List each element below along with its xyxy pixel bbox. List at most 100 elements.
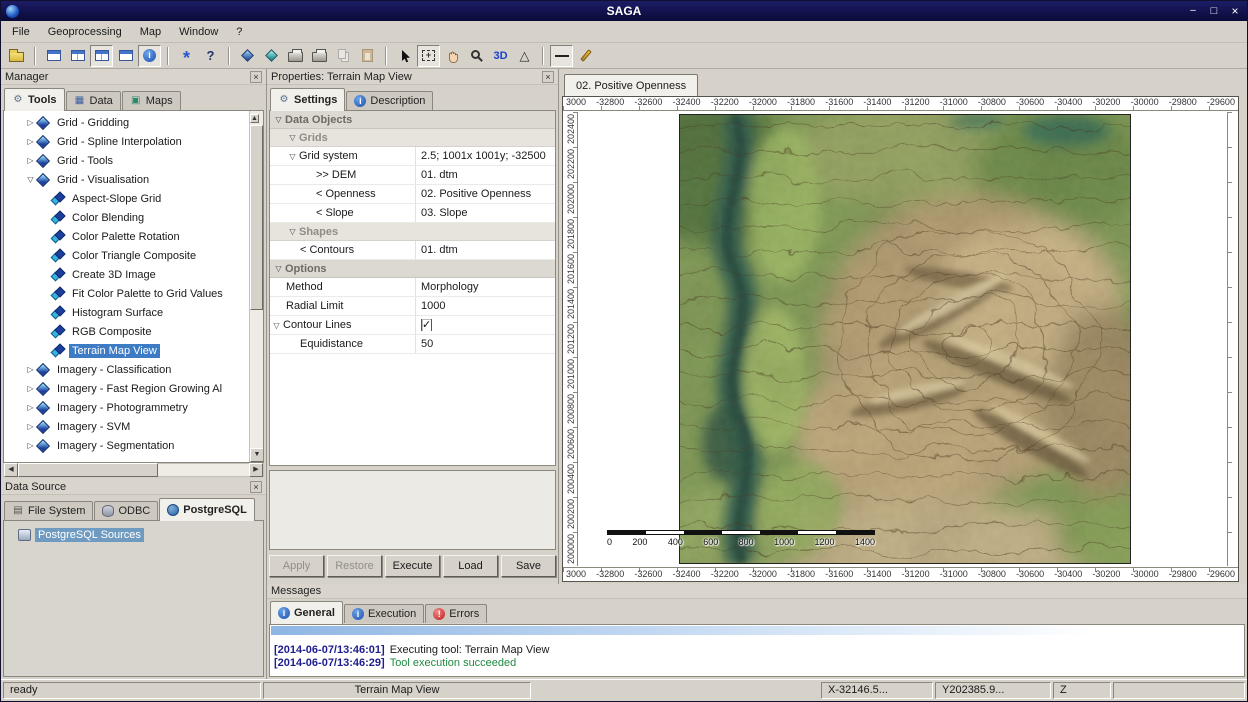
help-button[interactable] <box>199 45 222 67</box>
measure-line-button[interactable] <box>550 45 573 67</box>
tab-description[interactable]: Description <box>346 91 433 110</box>
tree-item-library[interactable]: Grid - Tools <box>4 151 249 170</box>
log-area[interactable]: [2014-06-07/13:46:01]Executing tool: Ter… <box>269 624 1245 677</box>
tree-item-tool[interactable]: Fit Color Palette to Grid Values <box>4 284 249 303</box>
pan-button[interactable] <box>441 45 464 67</box>
section-options[interactable]: Options <box>270 260 555 278</box>
tree-item-tool[interactable]: Aspect-Slope Grid <box>4 189 249 208</box>
scroll-left-icon[interactable] <box>4 463 18 477</box>
new-tool-button[interactable] <box>175 45 198 67</box>
map-canvas[interactable]: 0200400600800100012001400 <box>579 112 1226 566</box>
tab-errors[interactable]: Errors <box>425 604 487 623</box>
tree-item-library[interactable]: Grid - Spline Interpolation <box>4 132 249 151</box>
tree-item-library[interactable]: Imagery - Fast Region Growing Al <box>4 379 249 398</box>
show-maps-manager-button[interactable] <box>90 45 113 67</box>
view-3d-button[interactable]: 3D <box>489 45 512 67</box>
properties-close-icon[interactable] <box>542 71 554 83</box>
param-value[interactable]: 01. dtm <box>416 244 555 256</box>
show-properties-button[interactable] <box>114 45 137 67</box>
tool-diamond-run-button[interactable] <box>260 45 283 67</box>
tree-vertical-scrollbar[interactable] <box>249 111 263 462</box>
tree-item-library[interactable]: Imagery - Photogrammetry <box>4 398 249 417</box>
tool-icon <box>52 269 64 281</box>
execute-button[interactable]: Execute <box>385 555 440 577</box>
close-button[interactable] <box>1228 4 1242 18</box>
tree-horizontal-scrollbar[interactable] <box>3 463 264 477</box>
copy-button[interactable] <box>332 45 355 67</box>
tab-odbc[interactable]: ODBC <box>94 501 158 520</box>
tab-data[interactable]: Data <box>66 91 121 110</box>
param-value[interactable]: 02. Positive Openness <box>416 188 555 200</box>
param-row-equidistance: Equidistance50 <box>270 335 555 354</box>
load-button[interactable]: Load <box>443 555 498 577</box>
param-value[interactable]: 01. dtm <box>416 169 555 181</box>
tab-settings[interactable]: Settings <box>270 88 345 111</box>
print-button[interactable] <box>284 45 307 67</box>
polygon-select-button[interactable] <box>513 45 536 67</box>
tab-postgresql[interactable]: PostgreSQL <box>159 498 255 521</box>
data-source-close-icon[interactable] <box>250 481 262 493</box>
subsection-grids[interactable]: Grids <box>270 129 555 147</box>
param-value[interactable]: 2.5; 1001x 1001y; -32500 <box>416 150 555 162</box>
param-value[interactable]: 1000 <box>416 300 555 312</box>
zoom-extent-button[interactable] <box>465 45 488 67</box>
menu-window[interactable]: Window <box>170 23 227 41</box>
map-tab-positive-openness[interactable]: 02. Positive Openness <box>564 74 698 96</box>
show-data-manager-button[interactable] <box>66 45 89 67</box>
maximize-button[interactable] <box>1207 4 1221 18</box>
tree-item-tool[interactable]: Color Triangle Composite <box>4 246 249 265</box>
menu-file[interactable]: File <box>3 23 39 41</box>
open-folder-icon <box>9 52 24 62</box>
terrain-raster[interactable] <box>680 115 1130 563</box>
print-preview-button[interactable] <box>308 45 331 67</box>
tab-tools[interactable]: Tools <box>4 88 65 111</box>
scroll-right-icon[interactable] <box>249 463 263 477</box>
terrain-raster-frame <box>679 114 1131 564</box>
minimize-button[interactable] <box>1186 4 1200 18</box>
scroll-thumb[interactable] <box>250 125 263 310</box>
tab-execution[interactable]: Execution <box>344 604 424 623</box>
ruler-label: 200200 <box>566 499 576 529</box>
param-value[interactable]: 03. Slope <box>416 207 555 219</box>
menu-geoprocessing[interactable]: Geoprocessing <box>39 23 131 41</box>
zoom-box-button[interactable] <box>417 45 440 67</box>
param-value[interactable]: Morphology <box>416 281 555 293</box>
param-value[interactable]: 50 <box>416 338 555 350</box>
tree-item-tool[interactable]: Color Blending <box>4 208 249 227</box>
tree-item-tool[interactable]: RGB Composite <box>4 322 249 341</box>
tree-item-tool[interactable]: Color Palette Rotation <box>4 227 249 246</box>
tree-item-tool-selected[interactable]: Terrain Map View <box>4 341 249 360</box>
manager-close-icon[interactable] <box>250 71 262 83</box>
contour-lines-checkbox[interactable] <box>421 319 432 331</box>
tree-item-library[interactable]: Grid - Gridding <box>4 113 249 132</box>
scroll-thumb[interactable] <box>18 463 158 477</box>
restore-button[interactable]: Restore <box>327 555 382 577</box>
tab-general[interactable]: General <box>270 601 343 624</box>
pointer-button[interactable] <box>393 45 416 67</box>
tool-icon <box>52 193 64 205</box>
paste-button[interactable] <box>356 45 379 67</box>
tree-item-library[interactable]: Imagery - SVM <box>4 417 249 436</box>
object-info-button[interactable] <box>138 45 161 67</box>
tool-diamond-button[interactable] <box>236 45 259 67</box>
tree-item-library[interactable]: Imagery - Segmentation <box>4 436 249 455</box>
scroll-up-icon[interactable] <box>250 114 259 123</box>
properties-buttons: Apply Restore Execute Load Save <box>269 555 556 577</box>
show-tools-manager-button[interactable] <box>42 45 65 67</box>
tab-file-system[interactable]: File System <box>4 501 93 520</box>
apply-button[interactable]: Apply <box>269 555 324 577</box>
tree-item-tool[interactable]: Histogram Surface <box>4 303 249 322</box>
tree-item-tool[interactable]: Create 3D Image <box>4 265 249 284</box>
menu-help[interactable]: ? <box>227 23 251 41</box>
open-button[interactable] <box>5 45 28 67</box>
tree-item-library[interactable]: Imagery - Classification <box>4 360 249 379</box>
save-button[interactable]: Save <box>501 555 556 577</box>
digitize-pen-button[interactable] <box>574 45 597 67</box>
list-item-postgresql-sources[interactable]: PostgreSQL Sources <box>4 526 263 544</box>
subsection-shapes[interactable]: Shapes <box>270 223 555 241</box>
menu-map[interactable]: Map <box>131 23 170 41</box>
section-data-objects[interactable]: Data Objects <box>270 111 555 129</box>
tree-item-library[interactable]: Grid - Visualisation <box>4 170 249 189</box>
tab-maps[interactable]: Maps <box>122 91 181 110</box>
scroll-down-icon[interactable] <box>250 448 264 462</box>
